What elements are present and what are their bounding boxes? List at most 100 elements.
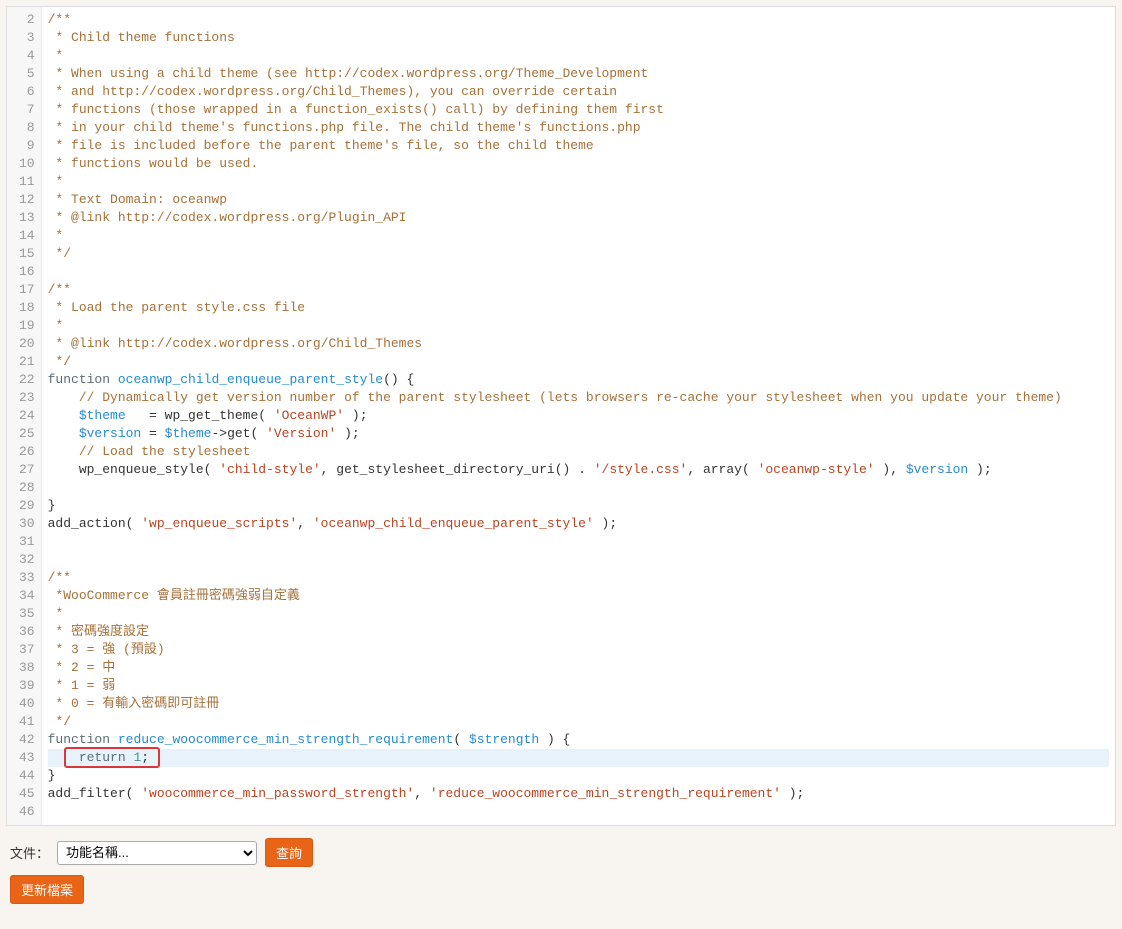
line-number: 13	[19, 209, 35, 227]
code-editor: 2345678910111213141516171819202122232425…	[6, 6, 1116, 826]
code-line[interactable]: * @link http://codex.wordpress.org/Child…	[48, 335, 1109, 353]
code-line[interactable]: * functions (those wrapped in a function…	[48, 101, 1109, 119]
code-line[interactable]: /**	[48, 281, 1109, 299]
code-line[interactable]: $theme = wp_get_theme( 'OceanWP' );	[48, 407, 1109, 425]
code-line[interactable]: function reduce_woocommerce_min_strength…	[48, 731, 1109, 749]
line-number: 17	[19, 281, 35, 299]
line-number: 22	[19, 371, 35, 389]
line-number: 19	[19, 317, 35, 335]
code-line[interactable]: add_filter( 'woocommerce_min_password_st…	[48, 785, 1109, 803]
code-line[interactable]	[48, 551, 1109, 569]
code-line[interactable]: *	[48, 317, 1109, 335]
token-keyword: return	[79, 750, 126, 765]
token-comment: /**	[48, 570, 71, 585]
line-number: 30	[19, 515, 35, 533]
token-plain	[48, 444, 79, 459]
code-line[interactable]: // Load the stylesheet	[48, 443, 1109, 461]
search-button[interactable]: 查詢	[265, 838, 313, 867]
token-comment: *	[48, 606, 64, 621]
token-func: oceanwp_child_enqueue_parent_style	[118, 372, 383, 387]
token-plain: }	[48, 768, 56, 783]
code-line[interactable]: * 0 = 有輸入密碼即可註冊	[48, 695, 1109, 713]
code-line[interactable]	[48, 263, 1109, 281]
line-number: 7	[19, 101, 35, 119]
line-number: 36	[19, 623, 35, 641]
token-comment: * Child theme functions	[48, 30, 235, 45]
code-line[interactable]: $version = $theme->get( 'Version' );	[48, 425, 1109, 443]
token-plain: ->get(	[211, 426, 266, 441]
code-line[interactable]: */	[48, 713, 1109, 731]
code-content[interactable]: /** * Child theme functions * * When usi…	[42, 7, 1115, 825]
line-number: 6	[19, 83, 35, 101]
token-plain	[48, 390, 79, 405]
token-var: $strength	[469, 732, 539, 747]
code-line[interactable]: * Load the parent style.css file	[48, 299, 1109, 317]
code-line[interactable]: return 1;	[48, 749, 1109, 767]
documentation-select[interactable]: 功能名稱...	[57, 841, 257, 865]
line-number: 2	[19, 11, 35, 29]
code-line[interactable]: * in your child theme's functions.php fi…	[48, 119, 1109, 137]
code-line[interactable]: *	[48, 173, 1109, 191]
token-plain: );	[781, 786, 804, 801]
code-line[interactable]: * and http://codex.wordpress.org/Child_T…	[48, 83, 1109, 101]
code-line[interactable]: wp_enqueue_style( 'child-style', get_sty…	[48, 461, 1109, 479]
code-line[interactable]: function oceanwp_child_enqueue_parent_st…	[48, 371, 1109, 389]
code-line[interactable]: add_action( 'wp_enqueue_scripts', 'ocean…	[48, 515, 1109, 533]
code-line[interactable]: *	[48, 47, 1109, 65]
code-line[interactable]: * Text Domain: oceanwp	[48, 191, 1109, 209]
token-comment: *	[48, 228, 64, 243]
code-line[interactable]: * 3 = 強 (預設)	[48, 641, 1109, 659]
token-plain: add_filter(	[48, 786, 142, 801]
code-line[interactable]: }	[48, 497, 1109, 515]
line-number: 43	[19, 749, 35, 767]
token-comment: * 2 = 中	[48, 660, 116, 675]
token-comment: * @link http://codex.wordpress.org/Plugi…	[48, 210, 407, 225]
token-string: 'reduce_woocommerce_min_strength_require…	[430, 786, 781, 801]
update-file-button[interactable]: 更新檔案	[10, 875, 84, 904]
line-number: 28	[19, 479, 35, 497]
code-line[interactable]: */	[48, 353, 1109, 371]
code-line[interactable]	[48, 479, 1109, 497]
code-line[interactable]: * 1 = 弱	[48, 677, 1109, 695]
code-line[interactable]: /**	[48, 11, 1109, 29]
token-var: $version	[906, 462, 968, 477]
token-string: 'oceanwp_child_enqueue_parent_style'	[313, 516, 594, 531]
code-line[interactable]	[48, 803, 1109, 821]
code-line[interactable]: */	[48, 245, 1109, 263]
token-comment: * @link http://codex.wordpress.org/Child…	[48, 336, 422, 351]
line-number: 32	[19, 551, 35, 569]
code-line[interactable]: // Dynamically get version number of the…	[48, 389, 1109, 407]
code-line[interactable]: }	[48, 767, 1109, 785]
code-line[interactable]: * file is included before the parent the…	[48, 137, 1109, 155]
line-number: 45	[19, 785, 35, 803]
code-line[interactable]: * 密碼強度設定	[48, 623, 1109, 641]
token-plain: ;	[141, 750, 149, 765]
code-line[interactable]: * 2 = 中	[48, 659, 1109, 677]
token-keyword: function	[48, 372, 110, 387]
line-number: 38	[19, 659, 35, 677]
token-plain: wp_enqueue_style(	[48, 462, 220, 477]
token-comment: * 1 = 弱	[48, 678, 116, 693]
code-line[interactable]: /**	[48, 569, 1109, 587]
code-line[interactable]: * @link http://codex.wordpress.org/Plugi…	[48, 209, 1109, 227]
line-number: 31	[19, 533, 35, 551]
token-plain: () {	[383, 372, 414, 387]
code-line[interactable]: *	[48, 227, 1109, 245]
token-comment: /**	[48, 12, 71, 27]
line-number: 41	[19, 713, 35, 731]
code-line[interactable]	[48, 533, 1109, 551]
token-comment: // Dynamically get version number of the…	[79, 390, 1062, 405]
code-line[interactable]: * When using a child theme (see http://c…	[48, 65, 1109, 83]
code-line[interactable]: * functions would be used.	[48, 155, 1109, 173]
line-number: 44	[19, 767, 35, 785]
line-number: 14	[19, 227, 35, 245]
code-line[interactable]: * Child theme functions	[48, 29, 1109, 47]
token-comment: */	[48, 354, 71, 369]
line-number: 26	[19, 443, 35, 461]
code-line[interactable]: *WooCommerce 會員註冊密碼強弱自定義	[48, 587, 1109, 605]
token-string: 'child-style'	[219, 462, 320, 477]
token-comment: * Text Domain: oceanwp	[48, 192, 227, 207]
token-plain: );	[336, 426, 359, 441]
token-plain	[48, 426, 79, 441]
code-line[interactable]: *	[48, 605, 1109, 623]
